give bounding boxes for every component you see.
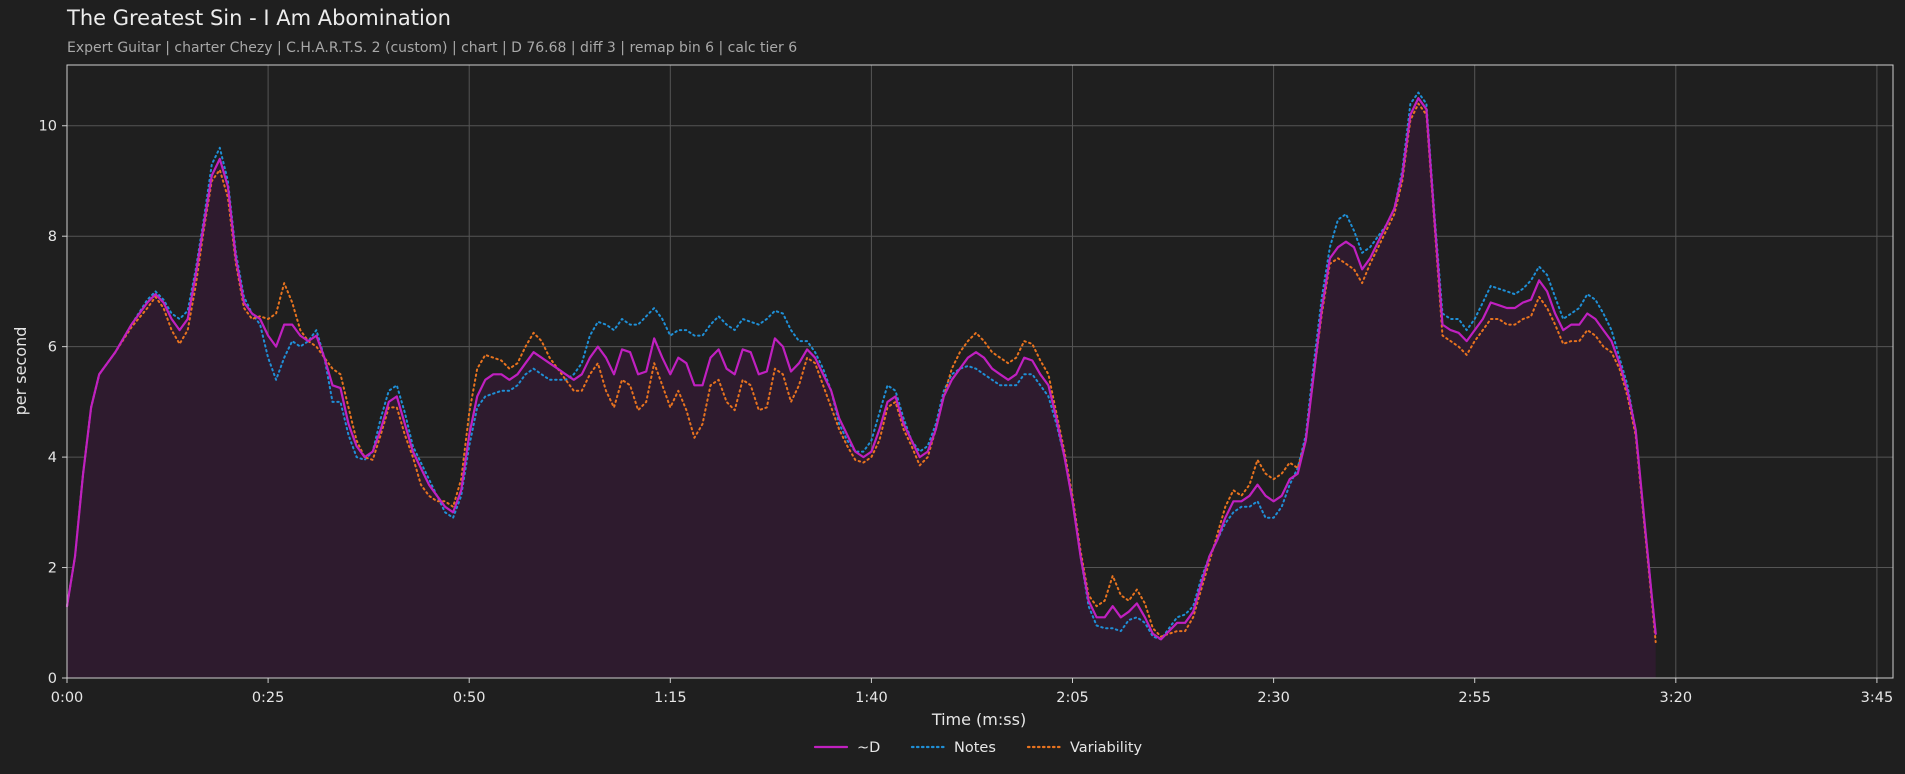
x-axis-ticks: 0:00 0:25 0:50 1:15 1:40 2:05 2:30 2:55 3:20 3:45 (51, 678, 1893, 706)
legend-label: Variability (1070, 740, 1143, 756)
x-tick-label: 1:15 (654, 690, 687, 706)
y-axis-ticks: 0 2 4 6 8 10 (39, 119, 67, 687)
chart-canvas: 0:00 0:25 0:50 1:15 1:40 2:05 2:30 2:55 3:20 3:45… (11, 64, 1894, 756)
x-tick-label: 2:30 (1257, 690, 1290, 706)
x-axis-label: Time (m:ss) (931, 710, 1026, 729)
legend-label: Notes (954, 740, 996, 756)
y-tick-label: 0 (48, 671, 57, 687)
y-tick-label: 2 (48, 561, 57, 577)
x-tick-label: 2:05 (1056, 690, 1089, 706)
area-fill-layer (67, 98, 1656, 679)
y-axis-label: per second (11, 327, 30, 416)
x-tick-label: 3:45 (1861, 690, 1894, 706)
x-tick-label: 0:00 (51, 690, 84, 706)
y-tick-label: 6 (48, 340, 57, 356)
x-tick-label: 1:40 (855, 690, 888, 706)
x-tick-label: 0:50 (453, 690, 486, 706)
area-fill-d (67, 98, 1656, 679)
x-tick-label: 2:55 (1458, 690, 1491, 706)
legend: ~D Notes Variability (813, 740, 1143, 756)
y-tick-label: 10 (39, 119, 57, 135)
y-tick-label: 8 (48, 229, 57, 245)
x-tick-label: 0:25 (252, 690, 285, 706)
legend-label: ~D (857, 740, 880, 756)
y-tick-label: 4 (48, 450, 57, 466)
x-tick-label: 3:20 (1660, 690, 1693, 706)
